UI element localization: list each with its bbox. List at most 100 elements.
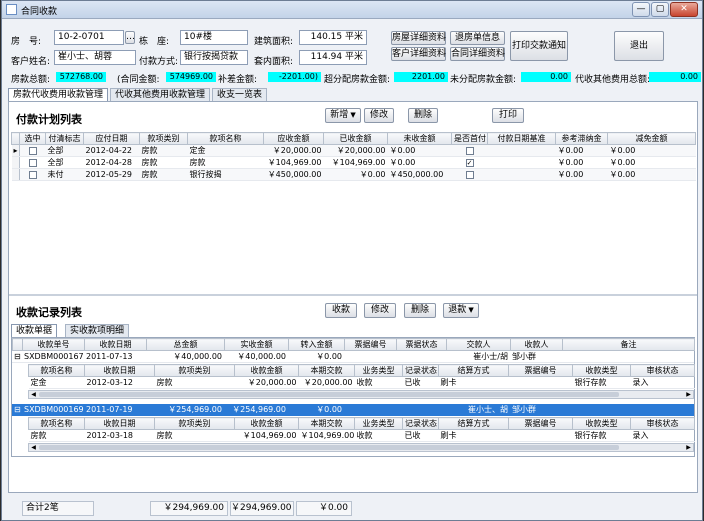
horizontal-scrollbar[interactable]: ◀ ▶ (28, 390, 694, 399)
first-pay-cell[interactable] (451, 168, 488, 181)
select-cell[interactable] (19, 144, 46, 157)
col-header[interactable]: 实收金额 (224, 338, 289, 351)
collapse-icon[interactable]: ⊟ (12, 404, 22, 416)
receipt-row[interactable]: ⊟ SXDBM0001696 2011-07-19 ￥254,969.00 ￥2… (12, 404, 694, 416)
inner-area-field[interactable]: 114.94 平米 (299, 50, 367, 65)
close-button[interactable]: ✕ (670, 2, 698, 17)
scroll-right-icon[interactable]: ▶ (684, 391, 693, 398)
col-header[interactable]: 款项类别 (139, 132, 188, 145)
col-header[interactable]: 业务类型 (354, 417, 403, 430)
select-checkbox[interactable] (28, 158, 37, 167)
col-header[interactable]: 已收金额 (323, 132, 388, 145)
col-header[interactable]: 结算方式 (438, 417, 509, 430)
first-pay-checkbox[interactable] (465, 146, 474, 155)
col-header[interactable]: 应付日期 (83, 132, 140, 145)
scroll-thumb[interactable] (39, 392, 619, 397)
col-header[interactable]: 审核状态 (630, 364, 695, 377)
table-row[interactable]: 未付 2012-05-29 房款 银行按揭 ￥450,000.00 ￥0.00 … (11, 168, 696, 181)
col-header[interactable]: 付清标志 (45, 132, 84, 145)
select-checkbox[interactable] (28, 146, 37, 155)
col-header[interactable]: 付款日期基准 (487, 132, 556, 145)
tab-receipt-details[interactable]: 实收款项明细 (65, 324, 130, 337)
tab-house-payment[interactable]: 房款代收费用收款管理 (8, 88, 109, 101)
scroll-right-icon[interactable]: ▶ (684, 444, 693, 451)
col-header[interactable]: 业务类型 (354, 364, 403, 377)
splitter[interactable] (9, 294, 697, 296)
col-header[interactable]: 款项名称 (28, 364, 85, 377)
col-header[interactable]: 参考滞纳金 (555, 132, 608, 145)
edit-receipt-button[interactable]: 修改 (364, 303, 396, 318)
col-header[interactable]: 收款单号 (22, 338, 85, 351)
col-header[interactable]: 收款日期 (84, 364, 155, 377)
table-row[interactable]: 全部 2012-04-28 房款 房款 ￥104,969.00 ￥104,969… (11, 156, 696, 169)
col-header[interactable]: 收款类型 (572, 364, 631, 377)
room-field[interactable]: 10-2-0701 (54, 30, 124, 45)
col-header[interactable]: 减免金额 (607, 132, 696, 145)
col-header[interactable]: 总金额 (146, 338, 225, 351)
room-picker-button[interactable]: … (125, 31, 135, 44)
col-header[interactable]: 票据编号 (508, 417, 573, 430)
payment-field[interactable]: 银行按揭贷款 (180, 50, 248, 65)
print-button[interactable]: 打印 (492, 108, 524, 123)
col-header[interactable]: 本期交款 (298, 417, 355, 430)
customer-detail-button[interactable]: 客户详细资料 (391, 47, 446, 61)
collapse-icon[interactable]: ⊟ (12, 351, 22, 363)
minimize-button[interactable]: — (632, 2, 650, 17)
col-header[interactable]: 票据状态 (396, 338, 447, 351)
col-header[interactable]: 款项名称 (28, 417, 85, 430)
col-header[interactable]: 款项名称 (187, 132, 264, 145)
col-header[interactable]: 收款人 (510, 338, 563, 351)
select-cell[interactable] (19, 168, 46, 181)
col-header[interactable]: 记录状态 (402, 417, 439, 430)
col-header[interactable]: 收款金额 (234, 364, 299, 377)
print-notice-button[interactable]: 打印交款通知 (510, 31, 568, 61)
col-header[interactable]: 审核状态 (630, 417, 695, 430)
detail-row[interactable]: 房款 2012-03-18 房款 ￥104,969.00 ￥104,969.00… (28, 429, 695, 442)
col-header[interactable]: 记录状态 (402, 364, 439, 377)
add-button[interactable]: 新增 ▼ (325, 108, 361, 123)
col-header[interactable]: 是否首付 (451, 132, 488, 145)
first-pay-checkbox[interactable] (465, 170, 474, 179)
col-header[interactable]: 票据编号 (508, 364, 573, 377)
col-header[interactable]: 交款人 (446, 338, 511, 351)
col-header[interactable]: 本期交款 (298, 364, 355, 377)
col-header[interactable]: 款项类别 (154, 364, 235, 377)
tab-receipts[interactable]: 收款单据 (11, 324, 58, 337)
customer-field[interactable]: 崔小士、胡蓉 (54, 50, 136, 65)
col-header[interactable]: 备注 (562, 338, 695, 351)
col-header[interactable]: 选中 (19, 132, 46, 145)
delete-receipt-button[interactable]: 删除 (404, 303, 436, 318)
building-field[interactable]: 10#楼 (180, 30, 248, 45)
select-checkbox[interactable] (28, 170, 37, 179)
col-header[interactable]: 款项类别 (154, 417, 235, 430)
scroll-thumb[interactable] (39, 445, 619, 450)
area-field[interactable]: 140.15 平米 (299, 30, 367, 45)
first-pay-checkbox[interactable]: ✓ (465, 158, 474, 167)
col-header[interactable]: 收款日期 (84, 417, 155, 430)
scroll-left-icon[interactable]: ◀ (29, 391, 38, 398)
table-row[interactable]: ▸ 全部 2012-04-22 房款 定金 ￥20,000.00 ￥20,000… (11, 144, 696, 157)
col-header[interactable]: 收款金额 (234, 417, 299, 430)
edit-plan-button[interactable]: 修改 (364, 108, 394, 123)
col-header[interactable]: 转入金额 (288, 338, 345, 351)
select-cell[interactable] (19, 156, 46, 169)
collect-button[interactable]: 收款 (325, 303, 357, 318)
col-header[interactable]: 收款类型 (572, 417, 631, 430)
col-header[interactable]: 结算方式 (438, 364, 509, 377)
receipt-row[interactable]: ⊟ SXDBM0001677 2011-07-13 ￥40,000.00 ￥40… (12, 351, 694, 363)
col-header[interactable]: 未收金额 (387, 132, 452, 145)
exit-button[interactable]: 退出 (614, 31, 664, 61)
maximize-button[interactable]: ▢ (651, 2, 669, 17)
first-pay-cell[interactable]: ✓ (451, 156, 488, 169)
detail-row[interactable]: 定金 2012-03-12 房款 ￥20,000.00 ￥20,000.00 收… (28, 376, 695, 389)
col-header[interactable]: 收款日期 (84, 338, 147, 351)
tab-other-fees[interactable]: 代收其他费用收款管理 (110, 88, 211, 101)
tab-summary[interactable]: 收支一览表 (212, 88, 268, 101)
refund-button[interactable]: 退款 ▼ (443, 303, 479, 318)
horizontal-scrollbar[interactable]: ◀ ▶ (28, 443, 694, 452)
col-header[interactable]: 票据编号 (344, 338, 397, 351)
refund-info-button[interactable]: 退房单信息 (450, 31, 505, 45)
contract-detail-button[interactable]: 合同详细资料 (450, 47, 505, 61)
house-detail-button[interactable]: 房屋详细资料 (391, 31, 446, 45)
first-pay-cell[interactable] (451, 144, 488, 157)
